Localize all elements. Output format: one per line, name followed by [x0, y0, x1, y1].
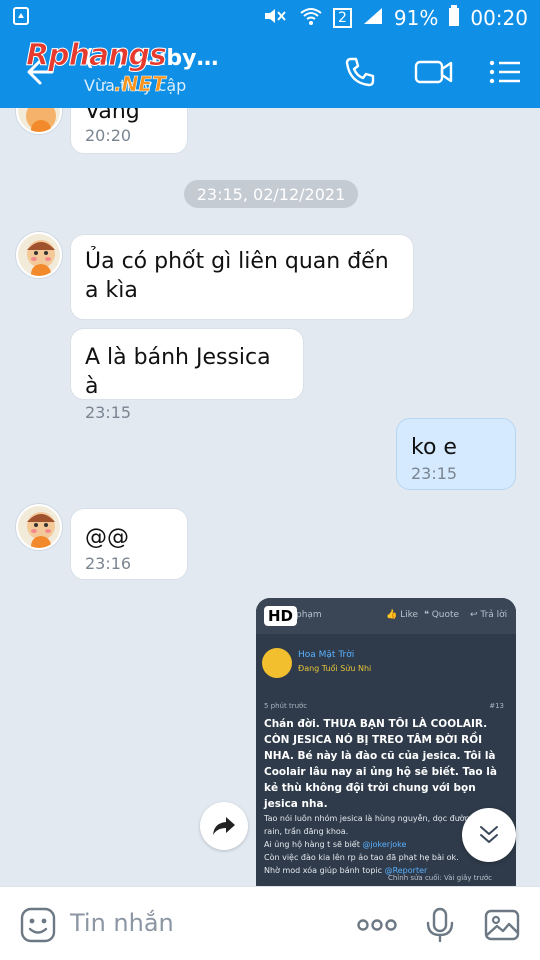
message-time: 23:15: [411, 464, 458, 483]
sticker-button[interactable]: [20, 907, 56, 943]
status-bar: 2 91% 00:20: [0, 0, 540, 36]
message-bubble[interactable]: Ủa có phốt gì liên quan đến a kìa: [70, 234, 414, 320]
recycle-notification-icon: [12, 6, 30, 31]
message-bubble[interactable]: Vâng 20:20: [70, 108, 188, 154]
battery-icon: [448, 4, 460, 32]
post-author: Hoa Mặt Trời: [298, 650, 355, 660]
video-call-button[interactable]: [414, 54, 453, 90]
emoji-icon: [20, 907, 56, 943]
message-bubble[interactable]: @@ 23:16: [70, 508, 188, 580]
wifi-icon: [299, 6, 323, 31]
composer-bar: Tin nhắn: [0, 886, 540, 960]
list-menu-icon: [489, 60, 520, 84]
call-button[interactable]: [342, 54, 378, 90]
message-text: ko e: [411, 435, 457, 460]
battery-percent: 91%: [393, 6, 439, 30]
post-number: #13: [489, 702, 504, 710]
gallery-button[interactable]: [484, 907, 520, 943]
post-edit-note: Chỉnh sửa cuối: Vài giây trước: [387, 874, 492, 882]
chat-header: (…) Ruby… Vừa truy cập Rphangs .NET: [0, 36, 540, 108]
message-text: Vâng: [85, 108, 140, 124]
post-time: 5 phút trước: [264, 702, 308, 710]
share-button[interactable]: [200, 802, 248, 850]
message-text: Ủa có phốt gì liên quan đến a kìa: [85, 249, 389, 303]
my-message-bubble[interactable]: ko e 23:15: [396, 418, 516, 490]
microphone-icon: [426, 907, 454, 943]
image-icon: [484, 909, 520, 941]
double-chevron-down-icon: [480, 826, 498, 843]
message-time: 23:16: [85, 554, 132, 573]
watermark-logo: Rphangs .NET: [26, 38, 168, 97]
message-list[interactable]: Vâng 20:20 23:15, 02/12/2021 Ủa có phốt …: [0, 108, 540, 886]
message-bubble[interactable]: A là bánh Jessica à 23:15: [70, 328, 304, 422]
more-dots-icon: [357, 919, 397, 931]
clock: 00:20: [470, 6, 528, 30]
mute-icon: [263, 6, 289, 31]
hd-badge: HD: [264, 606, 298, 626]
phone-icon: [345, 57, 375, 87]
date-separator: 23:15, 02/12/2021: [184, 180, 358, 208]
avatar[interactable]: [16, 504, 62, 550]
message-input[interactable]: Tin nhắn: [70, 909, 174, 937]
message-time: 23:15: [85, 403, 132, 422]
avatar[interactable]: [16, 108, 62, 134]
message-text: @@: [85, 525, 129, 550]
post-author-avatar: [262, 648, 292, 678]
forward-arrow-icon: [213, 817, 235, 835]
signal-icon: [362, 6, 384, 31]
avatar[interactable]: [16, 232, 62, 278]
sim-badge: 2: [332, 8, 352, 28]
message-text: A là bánh Jessica à: [85, 345, 271, 399]
more-button[interactable]: [356, 907, 398, 943]
menu-button[interactable]: [488, 54, 524, 90]
message-time: 20:20: [85, 126, 132, 145]
video-camera-icon: [414, 60, 453, 84]
scroll-to-bottom-button[interactable]: [462, 808, 516, 862]
post-author-rank: Đang Tuổi Sửu Nhi: [298, 664, 372, 673]
voice-record-button[interactable]: [422, 907, 458, 943]
